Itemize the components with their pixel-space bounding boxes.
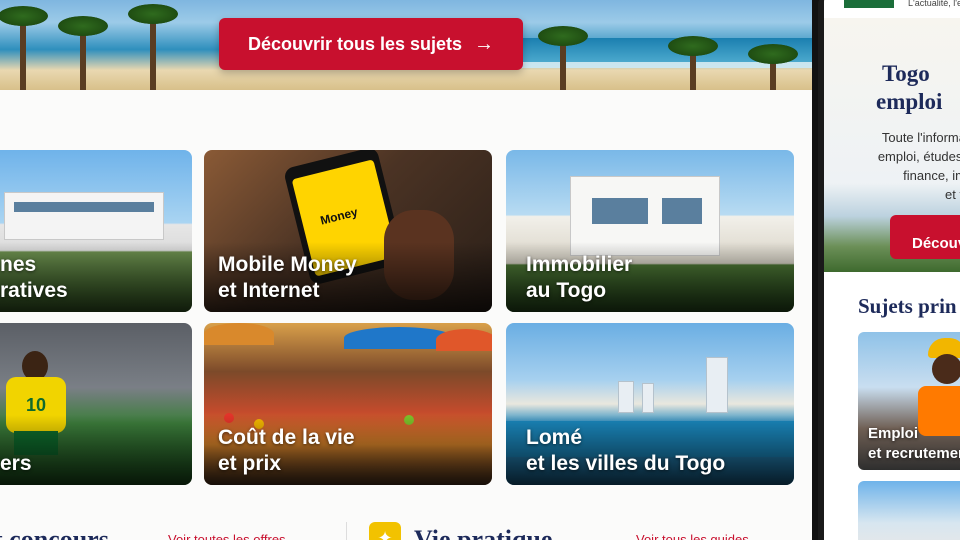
card-title-line2: et les villes du Togo bbox=[526, 452, 726, 475]
palm-tree bbox=[0, 6, 48, 90]
mobile-card-caption: Emploi et recrutemen bbox=[868, 424, 960, 464]
card-caption: ers bbox=[0, 451, 32, 477]
site-tagline: L'actualité, l'exp bbox=[908, 0, 960, 8]
palm-tree bbox=[668, 36, 718, 90]
topics-grid: nes ratives Money Mobile Money et Intern… bbox=[0, 90, 812, 540]
desc-line: Toute l'informa bbox=[881, 130, 960, 145]
mobile-topic-card-emploi[interactable]: Emploi et recrutemen bbox=[858, 332, 960, 470]
market-umbrella bbox=[436, 329, 492, 351]
mobile-hero: Togo emploi Toute l'informa emploi, étud… bbox=[824, 18, 960, 272]
card-title-line2: et prix bbox=[218, 452, 282, 475]
palm-tree bbox=[128, 4, 178, 90]
topic-card-lome-cities[interactable]: Lomé et les villes du Togo bbox=[506, 323, 794, 485]
mobile-hero-description: Toute l'informa emploi, études, finance,… bbox=[866, 128, 960, 204]
skyscraper-image bbox=[706, 357, 728, 413]
mobile-view: L'actualité, l'exp Togo emploi Toute l'i… bbox=[818, 0, 960, 540]
mobile-header: L'actualité, l'exp bbox=[824, 0, 960, 18]
section-divider bbox=[346, 522, 347, 540]
mobile-section-title: Sujets prin bbox=[858, 294, 957, 318]
palm-tree bbox=[58, 16, 108, 90]
palm-tree bbox=[538, 26, 588, 90]
card-title-line2: et Internet bbox=[218, 279, 320, 302]
building-windows bbox=[14, 202, 154, 212]
site-logo[interactable] bbox=[844, 0, 894, 8]
mobile-card-line2: et recrutemen bbox=[868, 445, 960, 462]
building-image bbox=[642, 383, 654, 413]
topic-card-mobile-money[interactable]: Money Mobile Money et Internet bbox=[204, 150, 492, 312]
phone-screen-text: Money bbox=[318, 204, 360, 228]
see-all-guides-link[interactable]: Voir tous les guides → bbox=[636, 532, 765, 540]
card-caption: Mobile Money et Internet bbox=[218, 252, 357, 304]
card-caption: nes ratives bbox=[0, 252, 68, 304]
section-title-vie-pratique: Vie pratique bbox=[414, 525, 553, 540]
card-title-line2: ratives bbox=[0, 279, 68, 302]
desc-line: et v bbox=[945, 187, 960, 202]
topic-card-sports[interactable]: 10 ers bbox=[0, 323, 192, 485]
hero-banner: Découvrir tous les sujets → bbox=[0, 0, 812, 90]
card-title-line1: ers bbox=[0, 452, 32, 475]
discover-all-topics-button[interactable]: Découvrir tous les sujets → bbox=[219, 18, 523, 70]
jersey-number: 10 bbox=[26, 395, 47, 415]
arrow-right-icon: → bbox=[474, 32, 495, 55]
mobile-title-line2: emploi bbox=[876, 89, 943, 114]
cta-label: Découvrir tous les sujets bbox=[247, 33, 463, 54]
house-window bbox=[592, 198, 648, 224]
palm-tree bbox=[748, 44, 798, 90]
card-title-line1: Lomé bbox=[526, 426, 583, 449]
market-umbrella bbox=[204, 323, 274, 345]
topic-card-immobilier[interactable]: Immobilier au Togo bbox=[506, 150, 794, 312]
worker-image bbox=[918, 338, 960, 438]
government-building bbox=[4, 192, 164, 240]
mobile-hero-title: Togo emploi bbox=[876, 60, 942, 116]
worker-face bbox=[932, 354, 960, 384]
card-title-line1: Coût de la vie bbox=[218, 426, 355, 449]
card-title-line1: Immobilier bbox=[526, 253, 633, 276]
card-caption: Coût de la vie et prix bbox=[218, 425, 355, 477]
desc-line: emploi, études, bbox=[877, 149, 960, 164]
card-caption: Lomé et les villes du Togo bbox=[526, 425, 725, 477]
topic-card-administratives[interactable]: nes ratives bbox=[0, 150, 192, 312]
practical-life-icon: ✦ bbox=[369, 522, 401, 540]
mobile-discover-button[interactable]: Découv bbox=[890, 215, 960, 259]
screen: Découvrir tous les sujets → nes ratives … bbox=[0, 0, 960, 540]
section-title-concours: t concours bbox=[0, 525, 109, 540]
card-title-line2: au Togo bbox=[526, 279, 607, 302]
mobile-topic-card-admin[interactable] bbox=[858, 481, 960, 540]
building-image bbox=[618, 381, 634, 413]
house-window bbox=[662, 198, 702, 224]
mobile-title-line1: Togo bbox=[882, 61, 930, 86]
topic-card-cost-of-living[interactable]: Coût de la vie et prix bbox=[204, 323, 492, 485]
card-caption: Immobilier au Togo bbox=[526, 252, 632, 304]
see-all-offers-link[interactable]: Voir toutes les offres → bbox=[168, 532, 302, 540]
desktop-view: Découvrir tous les sujets → nes ratives … bbox=[0, 0, 812, 540]
card-title-line1: nes bbox=[0, 253, 37, 276]
desc-line: finance, im bbox=[903, 168, 960, 183]
mobile-card-line1: Emploi bbox=[868, 425, 919, 442]
card-title-line1: Mobile Money bbox=[218, 253, 357, 276]
